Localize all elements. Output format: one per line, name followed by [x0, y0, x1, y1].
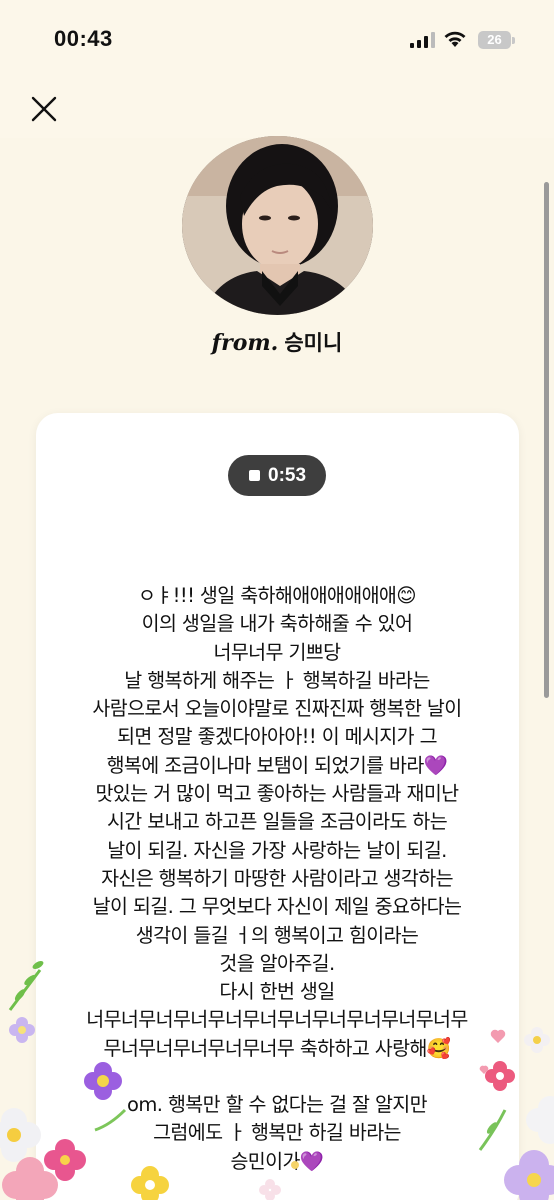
scrollbar[interactable] — [544, 182, 549, 698]
message-line: 자신은 행복하기 마땅한 사람이라고 생각하는 — [101, 866, 453, 890]
message-line: 날 행복하게 해주는 ㅏ 행복하길 바라는 — [124, 668, 430, 692]
message-line: 날이 되길. 자신을 가장 사랑하는 날이 되길. — [107, 838, 447, 862]
message-line: 생각이 들길 ㅓ의 행복이고 힘이라는 — [135, 923, 419, 947]
sender-name: 승미니 — [284, 332, 343, 355]
battery-icon: 26 — [478, 31, 511, 49]
flower-decoration-right — [478, 1027, 554, 1200]
stop-icon — [249, 470, 260, 481]
audio-duration: 0:53 — [268, 465, 307, 486]
sender-line: from. 승미니 — [0, 327, 554, 357]
message-line: ㅇㅑ!!! 생일 축하해애애애애애애😊 — [138, 584, 417, 607]
battery-tip — [512, 37, 515, 44]
message-line: 되면 정말 좋겠다아아아!! 이 메시지가 그 — [117, 725, 437, 749]
flower-decoration-bottom — [131, 1161, 299, 1200]
status-bar: 00:43 26 — [0, 0, 554, 84]
message-line: 시간 보내고 하고픈 일들을 조금이라도 하는 — [106, 810, 448, 834]
wifi-icon — [444, 31, 466, 47]
message-line: 날이 되길. 그 무엇보다 자신이 제일 중요하다는 — [92, 895, 462, 919]
audio-player-button[interactable]: 0:53 — [228, 455, 326, 496]
message-line: 맛있는 거 많이 먹고 좋아하는 사람들과 재미난 — [95, 782, 459, 806]
signal-icon — [410, 32, 435, 48]
status-time: 00:43 — [54, 26, 113, 51]
message-line: 이의 생일을 내가 축하해줄 수 있어 — [141, 612, 413, 636]
message-line: 너무너무 기쁘당 — [213, 640, 342, 664]
battery-level: 26 — [487, 32, 502, 47]
from-label: from. — [211, 330, 279, 356]
top-bar — [0, 84, 554, 138]
close-icon[interactable] — [28, 93, 60, 125]
message-line: 행복에 조금이나마 보탬이 되었기를 바라💜 — [106, 753, 448, 777]
avatar — [182, 136, 373, 315]
message-line: 사람으로서 오늘이야말로 진짜진짜 행복한 날이 — [92, 697, 462, 721]
flower-decoration-left — [0, 961, 127, 1200]
